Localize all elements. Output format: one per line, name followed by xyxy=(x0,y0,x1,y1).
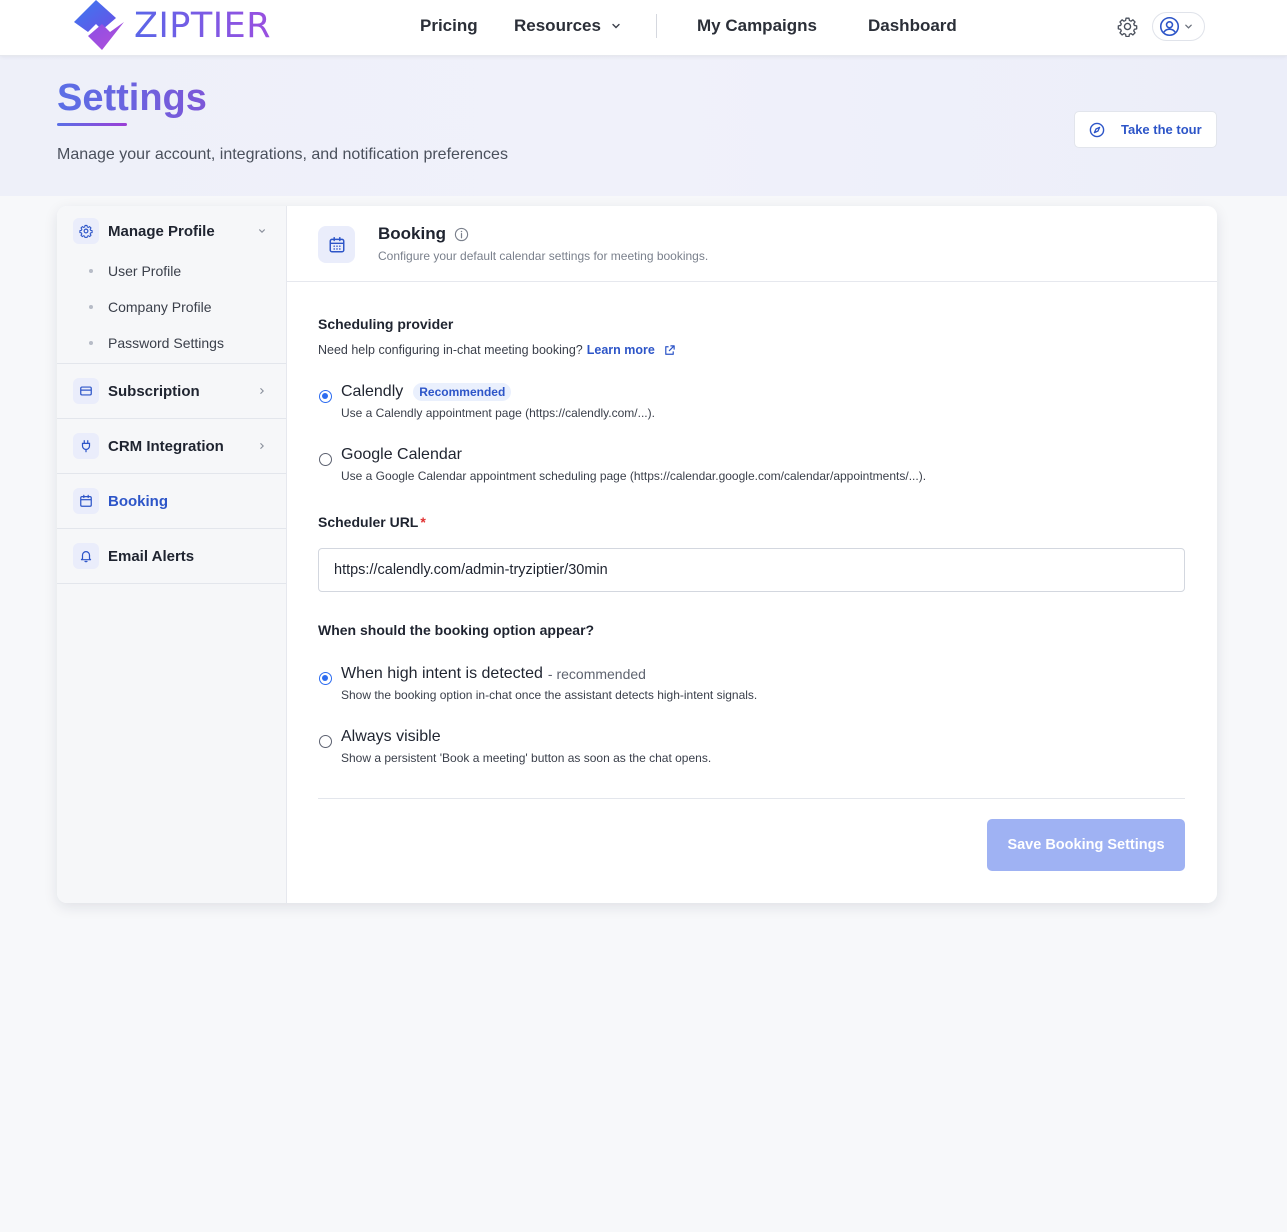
user-avatar-icon xyxy=(1159,16,1180,37)
top-navbar: ZIPTIER Pricing Resources My Campaigns D… xyxy=(0,0,1287,56)
settings-card: Manage Profile User Profile Company Prof… xyxy=(57,206,1217,903)
bullet-dot xyxy=(89,341,93,345)
sidebar-item-crm-integration[interactable]: CRM Integration xyxy=(57,419,286,474)
google-calendar-radio[interactable] xyxy=(319,453,332,466)
title-underline xyxy=(57,123,127,126)
booking-title: Booking xyxy=(378,224,469,244)
booking-appear-label: When should the booking option appear? xyxy=(318,622,595,638)
gear-icon[interactable] xyxy=(1117,16,1138,37)
page-title: Settings xyxy=(57,77,207,119)
chevron-down-icon xyxy=(1185,24,1192,29)
sidebar-item-label: CRM Integration xyxy=(108,438,224,455)
google-calendar-option-label: Google Calendar xyxy=(341,446,462,463)
settings-sidebar: Manage Profile User Profile Company Prof… xyxy=(57,206,287,903)
high-intent-option[interactable]: When high intent is detected - recommend… xyxy=(341,665,646,683)
credit-card-icon xyxy=(73,378,99,404)
nav-dashboard[interactable]: Dashboard xyxy=(868,16,957,36)
ziptier-logo-icon xyxy=(74,0,124,50)
sidebar-item-label: Booking xyxy=(108,493,168,510)
scheduler-url-label: Scheduler URL * xyxy=(318,514,426,530)
scheduling-provider-label: Scheduling provider xyxy=(318,316,454,332)
calendly-radio[interactable] xyxy=(319,390,332,403)
calendly-option[interactable]: Calendly Recommended xyxy=(341,383,512,401)
always-visible-option-label: Always visible xyxy=(341,728,441,745)
google-calendar-option-desc: Use a Google Calendar appointment schedu… xyxy=(341,469,927,483)
page-subtitle: Manage your account, integrations, and n… xyxy=(57,146,508,163)
save-booking-settings-button[interactable]: Save Booking Settings xyxy=(987,819,1185,871)
provider-help-text: Need help configuring in-chat meeting bo… xyxy=(318,343,676,357)
bullet-dot xyxy=(89,305,93,309)
brand-name: ZIPTIER xyxy=(134,6,272,46)
sidebar-item-booking[interactable]: Booking xyxy=(57,474,286,529)
take-tour-button[interactable]: Take the tour xyxy=(1074,111,1217,148)
page-header: Settings Manage your account, integratio… xyxy=(0,56,1287,196)
take-tour-label: Take the tour xyxy=(1121,122,1202,137)
sidebar-item-password-settings[interactable]: Password Settings xyxy=(108,335,224,351)
booking-panel: Booking Configure your default calendar … xyxy=(287,206,1217,903)
sidebar-item-label: Subscription xyxy=(108,383,200,400)
compass-icon xyxy=(1089,122,1105,137)
nav-pricing[interactable]: Pricing xyxy=(420,16,478,36)
always-visible-radio[interactable] xyxy=(319,735,332,748)
bell-icon xyxy=(73,543,99,569)
scheduler-url-input[interactable] xyxy=(318,548,1185,592)
sidebar-item-label: Email Alerts xyxy=(108,548,195,565)
chevron-right-icon xyxy=(260,388,264,394)
user-menu-button[interactable] xyxy=(1152,12,1205,41)
chevron-down-icon xyxy=(259,229,265,233)
always-visible-option-desc: Show a persistent 'Book a meeting' butto… xyxy=(341,751,712,765)
high-intent-option-desc: Show the booking option in-chat once the… xyxy=(341,688,758,702)
sidebar-item-company-profile[interactable]: Company Profile xyxy=(108,299,212,315)
scheduler-url-label-text: Scheduler URL xyxy=(318,514,419,530)
calendar-icon xyxy=(73,488,99,514)
recommended-badge: Recommended xyxy=(413,383,512,401)
nav-resources[interactable]: Resources xyxy=(514,16,621,36)
booking-title-text: Booking xyxy=(378,224,446,243)
nav-my-campaigns[interactable]: My Campaigns xyxy=(697,16,817,36)
sidebar-item-user-profile[interactable]: User Profile xyxy=(108,263,181,279)
google-calendar-option[interactable]: Google Calendar xyxy=(341,446,462,464)
booking-subtitle: Configure your default calendar settings… xyxy=(378,249,709,263)
external-link-icon[interactable] xyxy=(663,344,676,357)
high-intent-option-label: When high intent is detected xyxy=(341,665,543,682)
chevron-down-icon xyxy=(612,23,620,29)
info-icon[interactable] xyxy=(454,227,469,242)
sidebar-item-manage-profile[interactable]: Manage Profile xyxy=(57,206,286,260)
always-visible-option[interactable]: Always visible xyxy=(341,728,441,746)
bullet-dot xyxy=(89,269,93,273)
form-divider xyxy=(318,798,1185,799)
logo[interactable]: ZIPTIER xyxy=(72,0,271,52)
gear-icon xyxy=(73,218,99,244)
recommended-suffix: - recommended xyxy=(547,666,646,682)
sidebar-item-email-alerts[interactable]: Email Alerts xyxy=(57,529,286,584)
calendar-icon xyxy=(318,226,355,263)
booking-panel-header: Booking Configure your default calendar … xyxy=(287,206,1217,282)
plug-icon xyxy=(73,433,99,459)
nav-divider xyxy=(656,14,657,38)
required-asterisk: * xyxy=(420,514,426,530)
learn-more-link[interactable]: Learn more xyxy=(587,343,655,357)
high-intent-radio[interactable] xyxy=(319,672,332,685)
nav-resources-label: Resources xyxy=(514,16,601,35)
sidebar-item-subscription[interactable]: Subscription xyxy=(57,364,286,419)
calendly-option-desc: Use a Calendly appointment page (https:/… xyxy=(341,406,655,420)
chevron-right-icon xyxy=(260,443,264,449)
sidebar-group-manage-profile: Manage Profile User Profile Company Prof… xyxy=(57,206,286,364)
sidebar-item-label: Manage Profile xyxy=(108,223,215,240)
calendly-option-label: Calendly xyxy=(341,383,404,400)
provider-help-label: Need help configuring in-chat meeting bo… xyxy=(318,343,583,357)
